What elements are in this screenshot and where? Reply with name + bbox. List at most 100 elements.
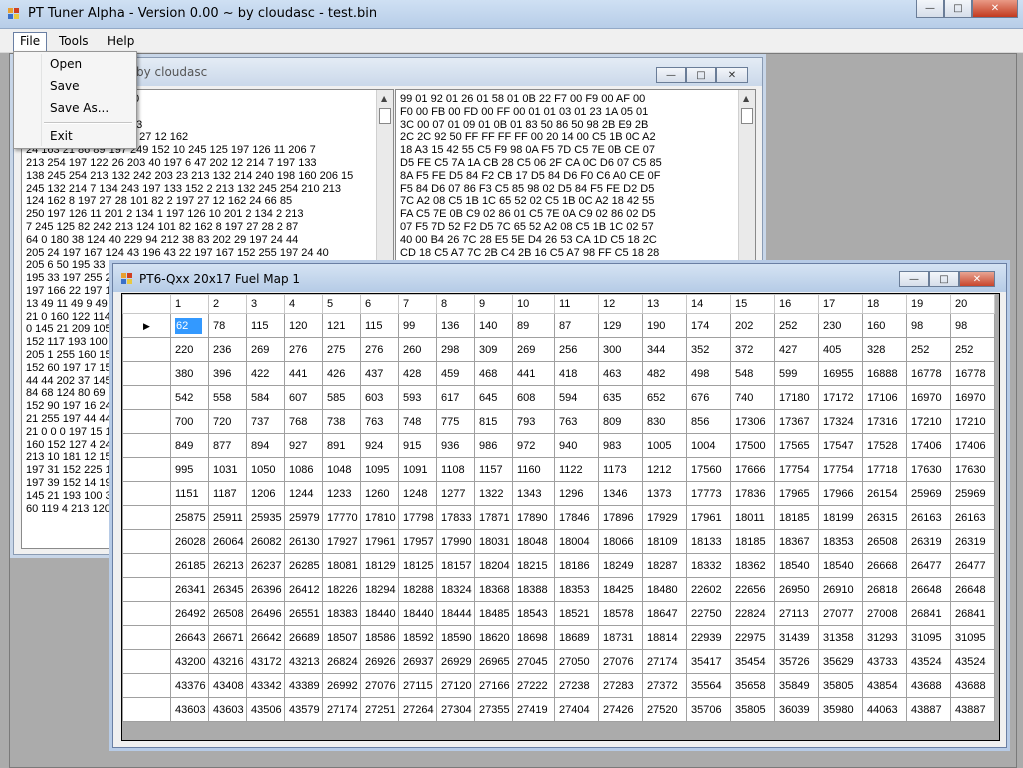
grid-cell[interactable]: 43733 — [862, 649, 907, 674]
grid-cell[interactable]: 18332 — [686, 553, 731, 578]
grid-cell[interactable]: 428 — [398, 361, 437, 386]
grid-cell[interactable]: 25969 — [906, 481, 951, 506]
grid-cell[interactable]: 380 — [170, 361, 209, 386]
grid-cell[interactable]: 344 — [642, 337, 687, 362]
grid-cell[interactable]: 468 — [474, 361, 513, 386]
row-header[interactable] — [122, 673, 171, 698]
grid-cell[interactable]: 17565 — [774, 433, 819, 458]
grid-cell[interactable]: 35805 — [730, 697, 775, 722]
grid-cell[interactable]: 830 — [642, 409, 687, 434]
grid-cell[interactable]: 17836 — [730, 481, 775, 506]
row-header[interactable]: ▶ — [122, 313, 171, 338]
grid-cell[interactable]: 260 — [398, 337, 437, 362]
grid-cell[interactable]: 27174 — [322, 697, 361, 722]
grid-cell[interactable]: 17666 — [730, 457, 775, 482]
grid-cell[interactable]: 17961 — [686, 505, 731, 530]
grid-cell[interactable]: 463 — [598, 361, 643, 386]
grid-cell[interactable]: 18647 — [642, 601, 687, 626]
grid-cell[interactable]: 26926 — [360, 649, 399, 674]
grid-cell[interactable]: 418 — [554, 361, 599, 386]
grid-cell[interactable]: 27008 — [862, 601, 907, 626]
grid-cell[interactable]: 482 — [642, 361, 687, 386]
column-header[interactable]: 8 — [436, 294, 475, 314]
grid-cell[interactable]: 1187 — [208, 481, 247, 506]
grid-cell[interactable]: 17927 — [322, 529, 361, 554]
grid-cell[interactable]: 18186 — [554, 553, 599, 578]
grid-cell[interactable]: 31095 — [950, 625, 995, 650]
grid-cell[interactable]: 35849 — [774, 673, 819, 698]
fuel-close-button[interactable]: ✕ — [959, 271, 995, 287]
grid-cell[interactable]: 121 — [322, 313, 361, 338]
grid-cell[interactable]: 22602 — [686, 577, 731, 602]
grid-cell[interactable]: 26841 — [906, 601, 951, 626]
grid-cell[interactable]: 17630 — [906, 457, 951, 482]
grid-cell[interactable]: 26643 — [170, 625, 209, 650]
grid-cell[interactable]: 17547 — [818, 433, 863, 458]
grid-cell[interactable]: 793 — [512, 409, 555, 434]
column-header[interactable]: 3 — [246, 294, 285, 314]
grid-cell[interactable]: 17528 — [862, 433, 907, 458]
grid-cell[interactable]: 1048 — [322, 457, 361, 482]
grid-cell[interactable]: 17180 — [774, 385, 819, 410]
grid-cell[interactable]: 17929 — [642, 505, 687, 530]
grid-cell[interactable]: 43603 — [208, 697, 247, 722]
grid-cell[interactable]: 1050 — [246, 457, 285, 482]
row-header[interactable] — [122, 553, 171, 578]
grid-cell[interactable]: 1031 — [208, 457, 247, 482]
grid-cell[interactable]: 1095 — [360, 457, 399, 482]
grid-cell[interactable]: 16970 — [906, 385, 951, 410]
grid-cell[interactable]: 17106 — [862, 385, 907, 410]
grid-cell[interactable]: 22824 — [730, 601, 775, 626]
grid-cell[interactable]: 748 — [398, 409, 437, 434]
grid-cell[interactable]: 36039 — [774, 697, 819, 722]
grid-cell[interactable]: 256 — [554, 337, 599, 362]
grid-cell[interactable]: 27050 — [554, 649, 599, 674]
grid-cell[interactable]: 676 — [686, 385, 731, 410]
grid-cell[interactable]: 26319 — [950, 529, 995, 554]
grid-cell[interactable]: 22656 — [730, 577, 775, 602]
column-header[interactable]: 19 — [906, 294, 951, 314]
grid-cell[interactable]: 26285 — [284, 553, 323, 578]
grid-cell[interactable]: 737 — [246, 409, 285, 434]
column-header[interactable]: 13 — [642, 294, 687, 314]
row-header[interactable] — [122, 505, 171, 530]
grid-cell[interactable]: 607 — [284, 385, 323, 410]
grid-cell[interactable]: 26028 — [170, 529, 209, 554]
grid-cell[interactable]: 1260 — [360, 481, 399, 506]
grid-cell[interactable]: 1233 — [322, 481, 361, 506]
grid-cell[interactable]: 1277 — [436, 481, 475, 506]
row-header[interactable] — [122, 337, 171, 362]
grid-cell[interactable]: 1346 — [598, 481, 643, 506]
grid-cell[interactable]: 18383 — [322, 601, 361, 626]
grid-cell[interactable]: 1373 — [642, 481, 687, 506]
grid-cell[interactable]: 548 — [730, 361, 775, 386]
grid-cell[interactable]: 18129 — [360, 553, 399, 578]
grid-cell[interactable]: 26929 — [436, 649, 475, 674]
grid-cell[interactable]: 27283 — [598, 673, 643, 698]
grid-cell[interactable]: 1212 — [642, 457, 687, 482]
grid-cell[interactable]: 603 — [360, 385, 399, 410]
scroll-thumb[interactable] — [741, 108, 753, 124]
grid-cell[interactable]: 26345 — [208, 577, 247, 602]
grid-cell[interactable]: 27251 — [360, 697, 399, 722]
grid-cell[interactable]: 18249 — [598, 553, 643, 578]
grid-cell[interactable]: 17630 — [950, 457, 995, 482]
grid-cell[interactable]: 17896 — [598, 505, 643, 530]
grid-cell[interactable]: 27520 — [642, 697, 687, 722]
grid-cell[interactable]: 35454 — [730, 649, 775, 674]
grid-cell[interactable]: 18540 — [774, 553, 819, 578]
grid-cell[interactable]: 18185 — [774, 505, 819, 530]
column-header[interactable]: 5 — [322, 294, 361, 314]
grid-cell[interactable]: 35706 — [686, 697, 731, 722]
grid-cell[interactable]: 27264 — [398, 697, 437, 722]
grid-cell[interactable]: 18324 — [436, 577, 475, 602]
grid-cell[interactable]: 27045 — [512, 649, 555, 674]
grid-cell[interactable]: 422 — [246, 361, 285, 386]
grid-cell[interactable]: 1091 — [398, 457, 437, 482]
grid-cell[interactable]: 26341 — [170, 577, 209, 602]
grid-cell[interactable]: 31095 — [906, 625, 951, 650]
grid-cell[interactable]: 17306 — [730, 409, 775, 434]
grid-cell[interactable]: 26965 — [474, 649, 513, 674]
grid-cell[interactable]: 593 — [398, 385, 437, 410]
grid-cell[interactable]: 87 — [554, 313, 599, 338]
